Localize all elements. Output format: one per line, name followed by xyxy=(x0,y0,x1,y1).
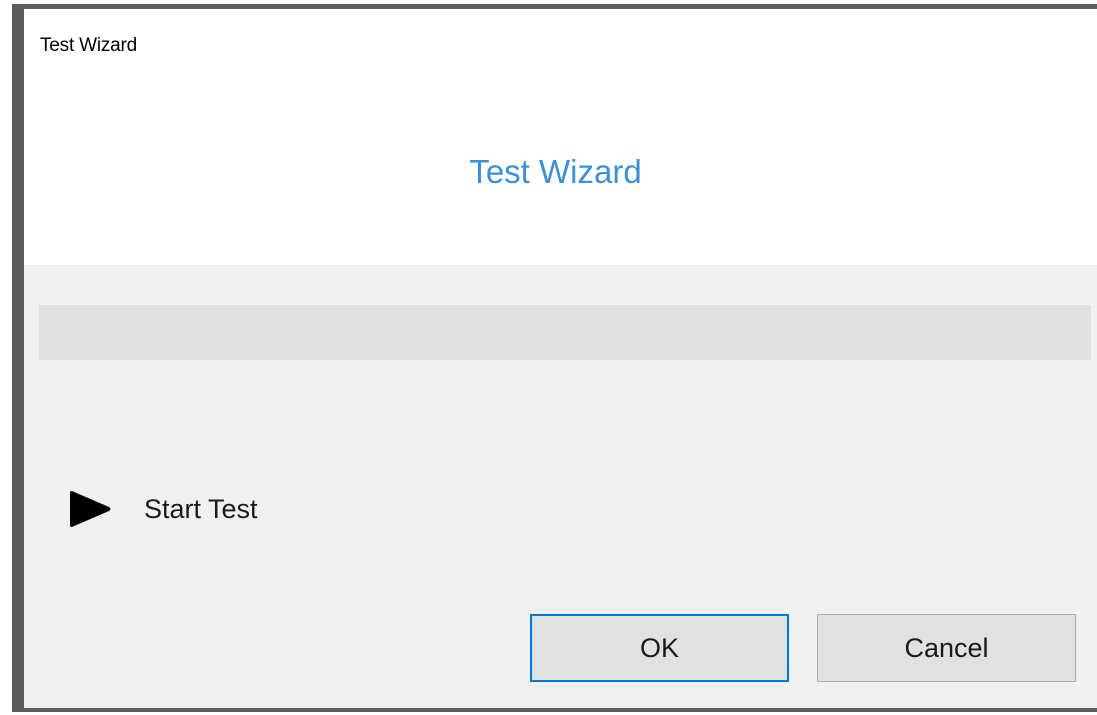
start-test-step[interactable]: Start Test xyxy=(68,489,258,529)
title-bar[interactable]: Test Wizard xyxy=(24,9,1097,69)
wizard-dialog: Test Wizard Test Wizard Start Test OK Ca… xyxy=(12,4,1097,712)
ok-button[interactable]: OK xyxy=(530,614,789,682)
start-test-label: Start Test xyxy=(144,493,258,524)
window-title: Test Wizard xyxy=(40,35,138,56)
page-title: Test Wizard xyxy=(469,153,642,190)
cancel-button[interactable]: Cancel xyxy=(817,614,1076,682)
play-icon xyxy=(70,491,111,527)
progress-bar xyxy=(39,305,1091,360)
wizard-header: Test Wizard xyxy=(24,69,1097,265)
